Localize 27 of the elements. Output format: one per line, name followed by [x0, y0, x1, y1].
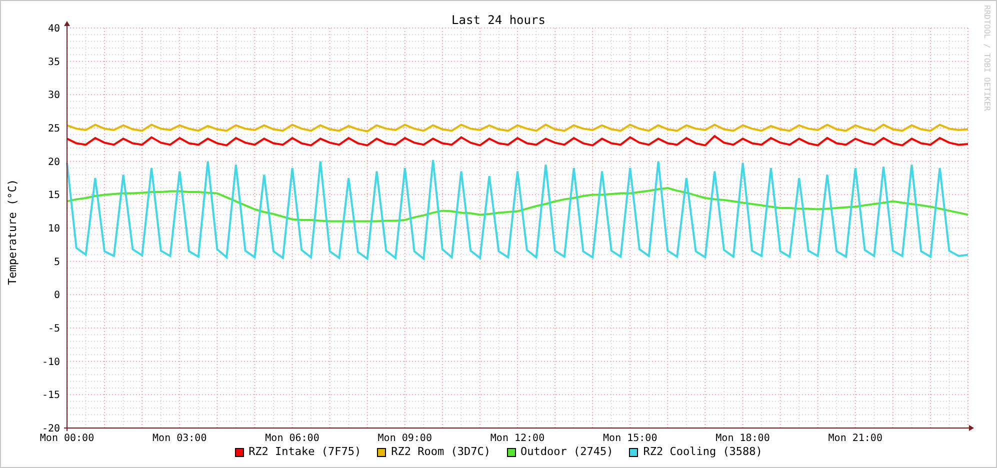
tick-label: -15 — [42, 390, 60, 402]
tick-label: Mon 18:00 — [716, 433, 770, 444]
tick-label: -5 — [48, 324, 60, 334]
tick-label: 30 — [48, 90, 60, 102]
tick-label: Mon 12:00 — [490, 433, 545, 444]
tick-label: 15 — [48, 190, 60, 202]
chart-title: Last 24 hours — [452, 12, 546, 28]
tick-label: -10 — [42, 356, 60, 368]
legend-label: Outdoor (2745) — [520, 445, 614, 459]
legend-label: RZ2 Cooling (3588) — [643, 445, 762, 459]
tick-label: Mon 00:00 — [40, 433, 94, 444]
legend-label: RZ2 Intake (7F75) — [248, 445, 362, 459]
tick-label: Mon 21:00 — [828, 433, 882, 444]
tick-label: 35 — [48, 56, 60, 68]
axis-title: Temperature (°C) — [6, 179, 18, 285]
tick-label: 40 — [48, 24, 60, 34]
tick-label: 5 — [54, 256, 60, 268]
tick-label: Mon 06:00 — [265, 433, 320, 444]
tick-label: Mon 03:00 — [152, 433, 207, 444]
tick-label: -20 — [42, 424, 60, 434]
tick-label: 10 — [48, 224, 60, 234]
tick-label: Mon 15:00 — [603, 433, 658, 444]
tick-label: 20 — [48, 156, 60, 168]
tick-label: 0 — [54, 290, 60, 302]
legend-label: RZ2 Room (3D7C) — [391, 445, 490, 459]
tick-label: 25 — [48, 124, 60, 134]
tick-label: Mon 09:00 — [378, 433, 432, 444]
